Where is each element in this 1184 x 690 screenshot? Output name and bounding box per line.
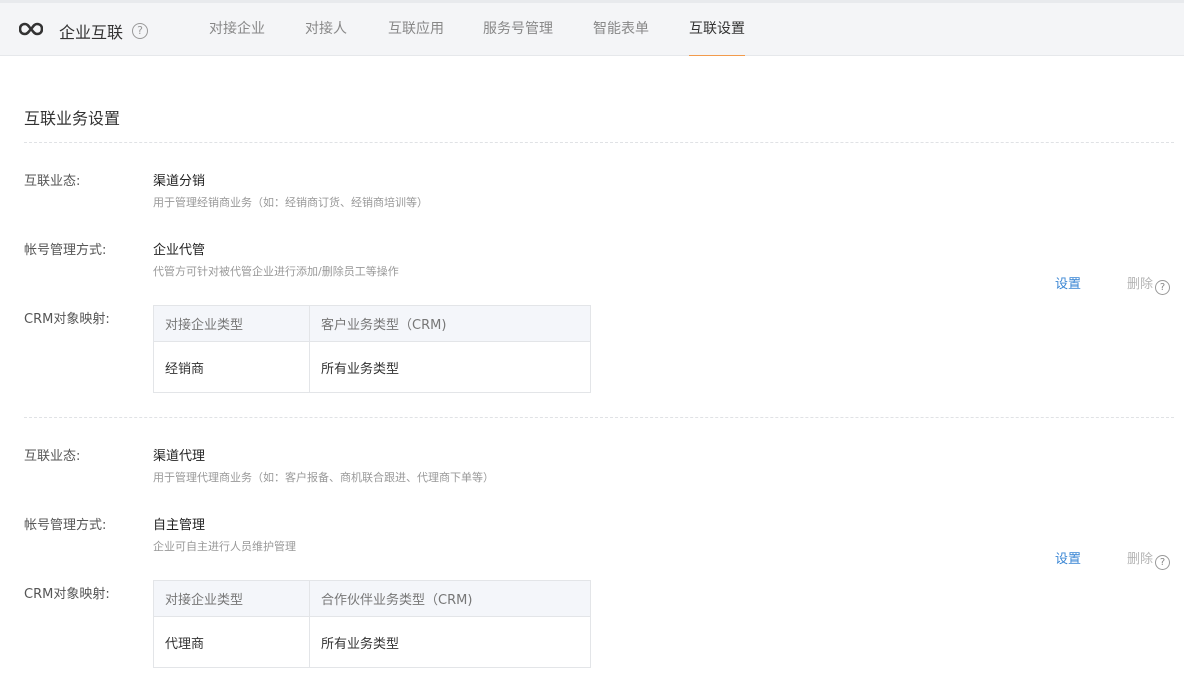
delete-button[interactable]: 删除? bbox=[1127, 273, 1171, 295]
settings-link[interactable]: 设置 bbox=[1055, 273, 1081, 292]
column-header: 合作伙伴业务类型（CRM) bbox=[309, 580, 591, 617]
delete-button[interactable]: 删除? bbox=[1127, 548, 1171, 570]
crm-mapping-label: CRM对象映射: bbox=[24, 587, 110, 602]
tab-contacts[interactable]: 对接人 bbox=[305, 18, 347, 56]
tab-apps[interactable]: 互联应用 bbox=[388, 18, 444, 56]
delete-label: 删除 bbox=[1127, 277, 1154, 292]
crm-mapping-label: CRM对象映射: bbox=[24, 312, 110, 327]
table-cell: 经销商 bbox=[153, 341, 310, 393]
business-type-value: 渠道代理 bbox=[153, 449, 206, 464]
table-cell: 代理商 bbox=[153, 616, 310, 668]
account-mode-desc: 企业可自主进行人员维护管理 bbox=[153, 540, 296, 553]
help-icon[interactable]: ? bbox=[1155, 555, 1171, 570]
delete-label: 删除 bbox=[1127, 552, 1154, 567]
business-type-desc: 用于管理代理商业务（如：客户报备、商机联合跟进、代理商下单等） bbox=[153, 471, 494, 484]
crm-mapping-table: 对接企业类型 合作伙伴业务类型（CRM) 代理商 所有业务类型 bbox=[153, 580, 591, 668]
tab-smart-forms[interactable]: 智能表单 bbox=[593, 18, 649, 56]
account-mode-value: 企业代管 bbox=[153, 243, 206, 258]
account-mode-desc: 代管方可针对被代管企业进行添加/删除员工等操作 bbox=[153, 265, 399, 278]
business-type-label: 互联业态: bbox=[24, 174, 81, 189]
account-mode-value: 自主管理 bbox=[153, 518, 206, 533]
help-icon[interactable]: ? bbox=[132, 23, 148, 39]
top-navigation-bar: 企业互联 ? 对接企业 对接人 互联应用 服务号管理 智能表单 互联设置 bbox=[0, 0, 1184, 56]
app-title: 企业互联 bbox=[59, 23, 124, 42]
table-header-row: 对接企业类型 客户业务类型（CRM) bbox=[153, 305, 591, 342]
column-header: 客户业务类型（CRM) bbox=[309, 305, 591, 342]
divider bbox=[24, 142, 1174, 143]
account-mode-label: 帐号管理方式: bbox=[24, 243, 107, 258]
business-type-desc: 用于管理经销商业务（如：经销商订货、经销商培训等） bbox=[153, 196, 428, 209]
help-icon[interactable]: ? bbox=[1155, 280, 1171, 295]
table-cell: 所有业务类型 bbox=[309, 616, 591, 668]
infinity-link-icon bbox=[19, 22, 43, 36]
table-header-row: 对接企业类型 合作伙伴业务类型（CRM) bbox=[153, 580, 591, 617]
main-content: 互联业务设置 互联业态: 渠道分销 用于管理经销商业务（如：经销商订货、经销商培… bbox=[0, 56, 1184, 690]
table-row: 经销商 所有业务类型 bbox=[153, 341, 591, 393]
business-type-value: 渠道分销 bbox=[153, 174, 206, 189]
table-cell: 所有业务类型 bbox=[309, 341, 591, 393]
divider bbox=[24, 417, 1174, 418]
crm-mapping-table: 对接企业类型 客户业务类型（CRM) 经销商 所有业务类型 bbox=[153, 305, 591, 393]
tab-connected-enterprises[interactable]: 对接企业 bbox=[209, 18, 265, 56]
account-mode-label: 帐号管理方式: bbox=[24, 518, 107, 533]
settings-link[interactable]: 设置 bbox=[1055, 548, 1081, 567]
business-type-label: 互联业态: bbox=[24, 449, 81, 464]
table-row: 代理商 所有业务类型 bbox=[153, 616, 591, 668]
column-header: 对接企业类型 bbox=[153, 305, 310, 342]
section-title: 互联业务设置 bbox=[24, 109, 121, 128]
column-header: 对接企业类型 bbox=[153, 580, 310, 617]
tab-settings[interactable]: 互联设置 bbox=[689, 18, 745, 56]
tab-service-accounts[interactable]: 服务号管理 bbox=[483, 18, 553, 56]
